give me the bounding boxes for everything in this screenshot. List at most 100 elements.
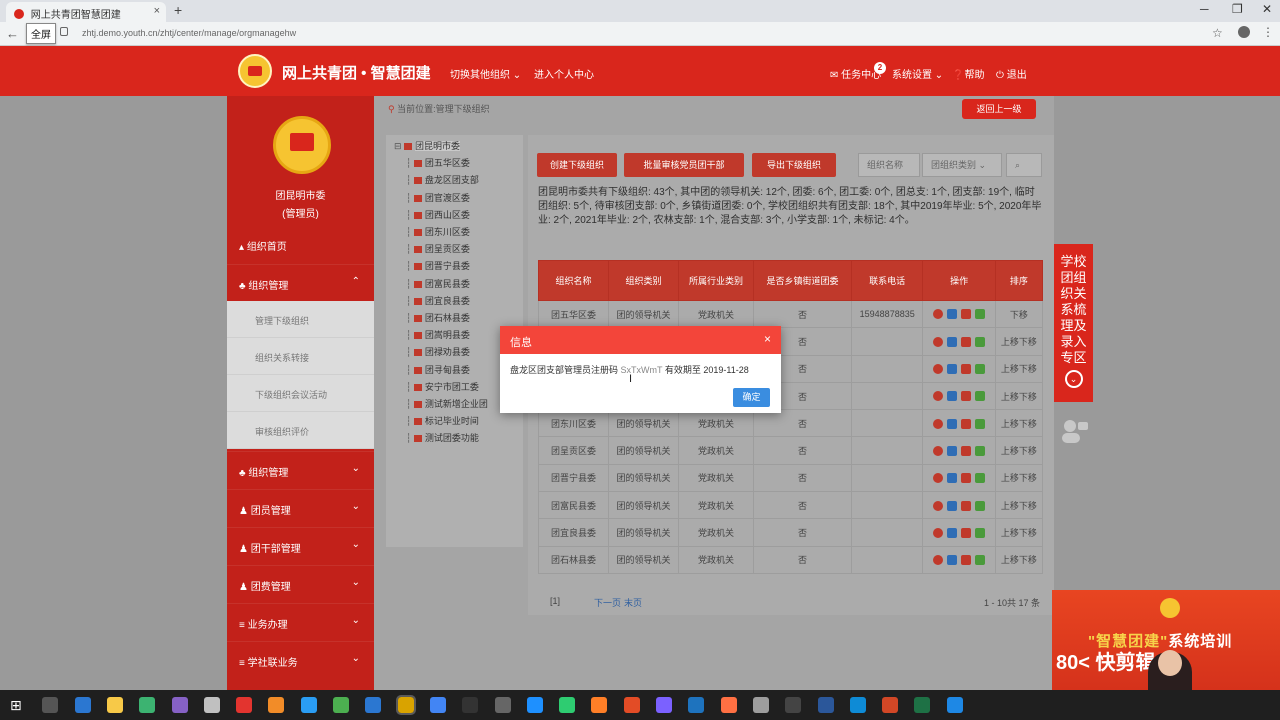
taskbar-app-icon[interactable] (882, 697, 899, 713)
tree-item[interactable]: ┆ 团晋宁县委 (406, 259, 543, 276)
move-link[interactable]: 下移 (994, 299, 1044, 329)
pager-next[interactable]: 下一页 (594, 596, 621, 609)
sidebar-item-org-mgmt[interactable]: ♣ 组织管理 ⌃ (227, 264, 374, 301)
taskbar-app-icon[interactable] (203, 697, 220, 713)
edit-icon[interactable] (947, 527, 958, 538)
taskbar-app-icon[interactable] (785, 697, 802, 713)
taskbar-app-icon[interactable] (688, 697, 705, 713)
move-link[interactable]: 上移下移 (994, 354, 1044, 383)
minimize-button[interactable]: ─ (1200, 2, 1209, 16)
view-icon[interactable] (933, 500, 944, 511)
edit-icon[interactable] (947, 364, 958, 375)
delete-icon[interactable] (961, 309, 972, 320)
member-icon[interactable] (975, 418, 986, 429)
move-link[interactable]: 上移下移 (994, 327, 1044, 356)
taskbar-app-icon[interactable] (333, 697, 349, 713)
taskbar-app-icon[interactable] (365, 697, 382, 713)
member-icon[interactable] (975, 391, 986, 402)
delete-icon[interactable] (961, 364, 972, 375)
switch-org-menu[interactable]: 切换其他组织 ⌄ (450, 66, 521, 81)
browser-menu-icon[interactable]: ⋮ (1262, 25, 1274, 39)
close-tab-icon[interactable]: × (154, 5, 160, 17)
edit-icon[interactable] (947, 555, 958, 566)
new-tab-button[interactable]: + (174, 2, 182, 18)
view-icon[interactable] (933, 445, 944, 456)
member-icon[interactable] (975, 500, 986, 511)
taskbar-app-icon[interactable] (139, 697, 156, 713)
tree-item[interactable]: ┆ 团富民县委 (406, 277, 543, 294)
org-category-filter[interactable]: 团组织类别 ⌄ (922, 153, 1002, 177)
edit-icon[interactable] (947, 309, 958, 320)
bookmark-star-icon[interactable]: ☆ (1212, 26, 1223, 40)
tree-item[interactable]: ┆ 团官渡区委 (406, 191, 543, 208)
school-org-entry-tab[interactable]: 学校团组织关系梳理及录入专区 ⌄ (1054, 244, 1093, 402)
member-icon[interactable] (975, 445, 986, 456)
sidebar-item-business[interactable]: ≡ 业务办理 ⌄ (227, 603, 374, 640)
member-icon[interactable] (975, 555, 986, 566)
view-icon[interactable] (933, 555, 944, 566)
tree-item[interactable]: ┆ 团宜良县委 (406, 294, 543, 311)
restore-button[interactable]: ❐ (1232, 2, 1243, 16)
sidebar-sub-meetings[interactable]: 下级组织会议活动 (227, 375, 374, 412)
sidebar-sub-transfer[interactable]: 组织关系转接 (227, 338, 374, 375)
move-link[interactable]: 上移下移 (994, 491, 1044, 520)
taskbar-app-icon[interactable] (946, 697, 963, 713)
create-suborg-button[interactable]: 创建下级组织 (537, 153, 617, 177)
taskbar-app-icon[interactable] (106, 697, 123, 713)
close-window-button[interactable]: ✕ (1262, 2, 1272, 16)
taskbar-app-icon[interactable] (623, 697, 640, 713)
edit-icon[interactable] (947, 473, 958, 484)
delete-icon[interactable] (961, 336, 972, 347)
move-link[interactable]: 上移下移 (994, 409, 1044, 438)
tree-item[interactable]: ┆ 团五华区委 (406, 156, 543, 173)
move-link[interactable]: 上移下移 (994, 381, 1044, 411)
tree-item[interactable]: ┆ 团东川区委 (406, 225, 543, 242)
pager-last[interactable]: 末页 (624, 596, 642, 609)
delete-icon[interactable] (961, 473, 972, 484)
delete-icon[interactable] (961, 500, 972, 511)
help-link[interactable]: ❓帮助 (952, 66, 984, 81)
windows-start-icon[interactable]: ⊞ (10, 697, 26, 713)
sidebar-item-student-union[interactable]: ≡ 学社联业务 ⌄ (227, 641, 374, 678)
sidebar-sub-manage-orgs[interactable]: 管理下级组织 (227, 301, 374, 338)
back-button[interactable]: 返回上一级 (962, 99, 1036, 119)
taskbar-app-icon[interactable] (656, 697, 672, 713)
move-link[interactable]: 上移下移 (994, 545, 1044, 574)
edit-icon[interactable] (947, 500, 958, 511)
taskbar-app-icon[interactable] (591, 697, 608, 713)
tree-item[interactable]: ⊟ 团昆明市委 (394, 139, 531, 156)
browser-tab[interactable]: 网上共青团智慧团建 × (6, 2, 166, 22)
sidebar-item-group-0[interactable]: ♣ 组织管理 ⌄ (227, 451, 374, 488)
tree-item[interactable]: ┆ 盘龙区团支部 (406, 173, 543, 190)
taskbar-app-icon[interactable] (720, 697, 737, 713)
taskbar-app-icon[interactable] (494, 697, 511, 713)
back-arrow-icon[interactable]: ← (6, 26, 19, 41)
member-icon[interactable] (975, 527, 986, 538)
delete-icon[interactable] (961, 555, 972, 566)
sidebar-item-members[interactable]: ♟ 团员管理 ⌄ (227, 489, 374, 526)
pager-page[interactable]: [1] (550, 596, 560, 606)
sidebar-item-fees[interactable]: ♟ 团费管理 ⌄ (227, 565, 374, 602)
edit-icon[interactable] (947, 445, 958, 456)
view-icon[interactable] (933, 309, 944, 320)
taskbar-app-icon[interactable] (171, 697, 188, 713)
tree-item[interactable]: ┆ 测试团委功能 (406, 431, 543, 448)
taskbar-app-icon[interactable] (914, 697, 931, 713)
edit-icon[interactable] (947, 391, 958, 402)
ok-button[interactable]: 确定 (733, 388, 770, 407)
taskbar-app-icon[interactable] (268, 697, 285, 713)
taskbar-app-icon[interactable] (300, 697, 317, 713)
view-icon[interactable] (933, 336, 944, 347)
tree-item[interactable]: ┆ 团西山区委 (406, 208, 543, 225)
taskbar-app-icon[interactable] (429, 697, 446, 713)
taskbar-app-icon[interactable] (849, 697, 866, 713)
move-link[interactable]: 上移下移 (994, 463, 1044, 493)
search-type-select[interactable]: 组织名称 (858, 153, 920, 177)
view-icon[interactable] (933, 391, 944, 402)
move-link[interactable]: 上移下移 (994, 518, 1044, 547)
member-icon[interactable] (975, 473, 986, 484)
tree-item[interactable]: ┆ 标记毕业时间 (406, 414, 543, 431)
customer-service-icon[interactable] (1058, 414, 1090, 446)
export-suborg-button[interactable]: 导出下级组织 (752, 153, 836, 177)
taskbar-app-icon[interactable] (526, 697, 543, 713)
